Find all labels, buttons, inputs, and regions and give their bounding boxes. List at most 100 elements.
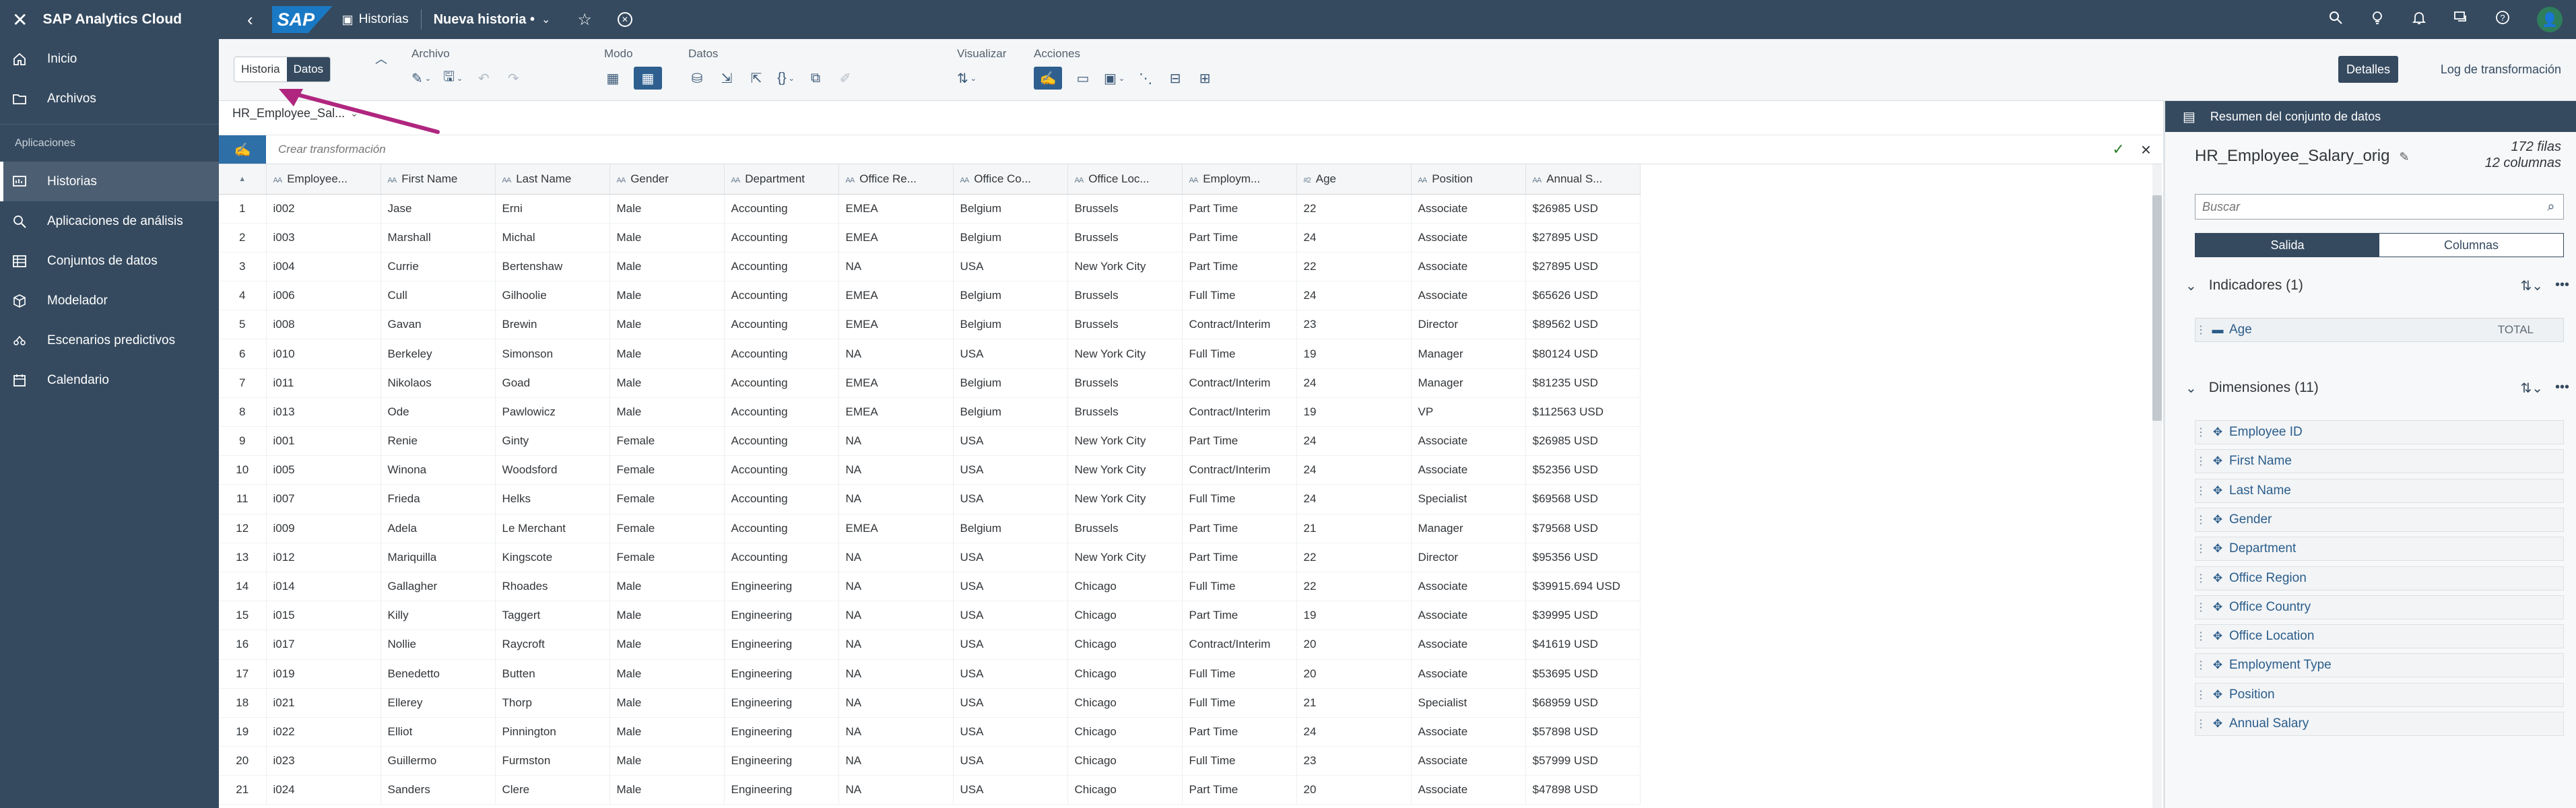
table-cell[interactable]: Associate bbox=[1411, 572, 1526, 602]
table-cell[interactable]: 19 bbox=[1296, 339, 1412, 369]
table-cell[interactable]: NA bbox=[838, 630, 954, 660]
table-row[interactable]: 12 i009 Adela Le Merchant Female Accounting EM… bbox=[219, 514, 1641, 543]
star-icon[interactable]: ☆ bbox=[577, 10, 592, 30]
chevron-down-icon[interactable]: ⌄ bbox=[541, 13, 550, 26]
table-cell[interactable]: Nikolaos bbox=[381, 368, 496, 398]
table-cell[interactable]: Furmston bbox=[495, 746, 610, 776]
table-cell[interactable]: Raycroft bbox=[495, 630, 610, 660]
cancel-circle-icon[interactable]: ✕ bbox=[617, 12, 632, 27]
table-cell[interactable]: Simonson bbox=[495, 339, 610, 369]
table-cell[interactable]: Male bbox=[609, 339, 725, 369]
table-cell[interactable]: Associate bbox=[1411, 630, 1526, 660]
sort-icon[interactable]: ⇅⌄ bbox=[2520, 277, 2543, 294]
table-cell[interactable]: i007 bbox=[266, 484, 381, 514]
table-row[interactable]: 1 i002 Jase Erni Male Accounting EMEA Belgium Br… bbox=[219, 194, 1641, 224]
table-cell[interactable]: Full Time bbox=[1182, 339, 1297, 369]
table-row[interactable]: 6 i010 Berkeley Simonson Male Accounting NA USA… bbox=[219, 339, 1641, 369]
table-cell[interactable]: i017 bbox=[266, 630, 381, 660]
drag-handle-icon[interactable]: ⋮ bbox=[2195, 513, 2206, 527]
table-cell[interactable]: Full Time bbox=[1182, 659, 1297, 689]
table-cell[interactable]: Killy bbox=[381, 601, 496, 631]
table-cell[interactable]: Specialist bbox=[1411, 484, 1526, 514]
drag-handle-icon[interactable]: ⋮ bbox=[2195, 630, 2206, 643]
table-cell[interactable]: Sanders bbox=[381, 775, 496, 805]
table-cell[interactable]: Contract/Interim bbox=[1182, 455, 1297, 485]
table-cell[interactable]: i012 bbox=[266, 543, 381, 572]
table-cell[interactable]: 22 bbox=[1296, 252, 1412, 282]
table-cell[interactable]: $41619 USD bbox=[1525, 630, 1641, 660]
table-row[interactable]: 18 i021 Ellerey Thorp Male Engineering NA USA Ch… bbox=[219, 688, 1641, 718]
table-cell[interactable]: Specialist bbox=[1411, 688, 1526, 718]
table-cell[interactable]: Accounting bbox=[724, 281, 839, 311]
table-cell[interactable]: Belgium bbox=[953, 281, 1068, 311]
table-cell[interactable]: $52356 USD bbox=[1525, 455, 1641, 485]
table-cell[interactable]: NA bbox=[838, 659, 954, 689]
row-number[interactable]: 11 bbox=[219, 484, 267, 514]
table-cell[interactable]: 20 bbox=[1296, 630, 1412, 660]
table-cell[interactable]: Part Time bbox=[1182, 775, 1297, 805]
table-cell[interactable]: NA bbox=[838, 717, 954, 747]
table-cell[interactable]: EMEA bbox=[838, 368, 954, 398]
row-number[interactable]: 5 bbox=[219, 310, 267, 340]
table-row[interactable]: 3 i004 Currie Bertenshaw Male Accounting NA USA… bbox=[219, 252, 1641, 282]
drag-handle-icon[interactable]: ⋮ bbox=[2195, 426, 2206, 439]
table-cell[interactable]: Part Time bbox=[1182, 717, 1297, 747]
table-cell[interactable]: $57999 USD bbox=[1525, 746, 1641, 776]
table-cell[interactable]: Male bbox=[609, 746, 725, 776]
column-header[interactable]: AA First Name bbox=[381, 164, 496, 195]
table-cell[interactable]: New York City bbox=[1067, 484, 1183, 514]
table-cell[interactable]: Associate bbox=[1411, 455, 1526, 485]
table-cell[interactable]: USA bbox=[953, 455, 1068, 485]
nav-item-calendario[interactable]: Calendario bbox=[0, 360, 219, 400]
dimension-item[interactable]: ⋮ ✥ Office Country bbox=[2195, 595, 2564, 619]
row-number[interactable]: 14 bbox=[219, 572, 267, 602]
table-cell[interactable]: Nollie bbox=[381, 630, 496, 660]
table-cell[interactable]: Associate bbox=[1411, 717, 1526, 747]
drag-handle-icon[interactable]: ⋮ bbox=[2195, 323, 2206, 337]
table-row[interactable]: 19 i022 Elliot Pinnington Male Engineering NA U… bbox=[219, 717, 1641, 747]
table-cell[interactable]: i024 bbox=[266, 775, 381, 805]
hierarchy-icon[interactable]: ⋱ bbox=[1137, 67, 1154, 90]
column-header[interactable]: #2 Age bbox=[1296, 164, 1412, 195]
table-cell[interactable]: Brussels bbox=[1067, 194, 1183, 224]
row-number[interactable]: 6 bbox=[219, 339, 267, 369]
table-cell[interactable]: Belgium bbox=[953, 310, 1068, 340]
row-number[interactable]: 15 bbox=[219, 601, 267, 631]
dimension-item[interactable]: ⋮ ✥ Office Location bbox=[2195, 624, 2564, 649]
search-icon[interactable] bbox=[2328, 10, 2343, 29]
table-cell[interactable]: EMEA bbox=[838, 514, 954, 543]
table-cell[interactable]: Chicago bbox=[1067, 717, 1183, 747]
section-historias[interactable]: ▣ Historias bbox=[342, 12, 409, 27]
transformation-input[interactable] bbox=[278, 143, 2029, 156]
export-icon[interactable]: ⇱ bbox=[748, 67, 765, 90]
table-cell[interactable]: $39915.694 USD bbox=[1525, 572, 1641, 602]
table-row[interactable]: 15 i015 Killy Taggert Male Engineering NA USA Ch… bbox=[219, 601, 1641, 631]
edit-icon[interactable]: ✎ bbox=[2399, 150, 2409, 164]
table-cell[interactable]: Accounting bbox=[724, 252, 839, 282]
nav-item-conjuntos-datos[interactable]: Conjuntos de datos bbox=[0, 241, 219, 281]
row-number[interactable]: 9 bbox=[219, 426, 267, 457]
table-cell[interactable]: i023 bbox=[266, 746, 381, 776]
table-cell[interactable]: USA bbox=[953, 688, 1068, 718]
table-cell[interactable]: Associate bbox=[1411, 659, 1526, 689]
avatar[interactable]: 👤 bbox=[2537, 7, 2563, 32]
table-cell[interactable]: NA bbox=[838, 484, 954, 514]
table-cell[interactable]: Male bbox=[609, 659, 725, 689]
row-number[interactable]: 2 bbox=[219, 223, 267, 252]
table-cell[interactable]: Contract/Interim bbox=[1182, 397, 1297, 428]
table-cell[interactable]: Benedetto bbox=[381, 659, 496, 689]
table-cell[interactable]: Berkeley bbox=[381, 339, 496, 369]
toggle-datos[interactable]: Datos bbox=[286, 57, 331, 81]
table-cell[interactable]: Male bbox=[609, 223, 725, 252]
table-cell[interactable]: NA bbox=[838, 746, 954, 776]
table-cell[interactable]: New York City bbox=[1067, 426, 1183, 457]
geo-icon[interactable]: ▭ bbox=[1074, 67, 1092, 90]
table-cell[interactable]: USA bbox=[953, 630, 1068, 660]
table-cell[interactable]: VP bbox=[1411, 397, 1526, 428]
table-cell[interactable]: Associate bbox=[1411, 252, 1526, 282]
table-cell[interactable]: Michal bbox=[495, 223, 610, 252]
sort-icon[interactable]: ⇅⌄ bbox=[2520, 380, 2543, 397]
table-row[interactable]: 11 i007 Frieda Helks Female Accounting NA USA Ne… bbox=[219, 484, 1641, 514]
table-cell[interactable]: Belgium bbox=[953, 514, 1068, 543]
table-cell[interactable]: Chicago bbox=[1067, 688, 1183, 718]
